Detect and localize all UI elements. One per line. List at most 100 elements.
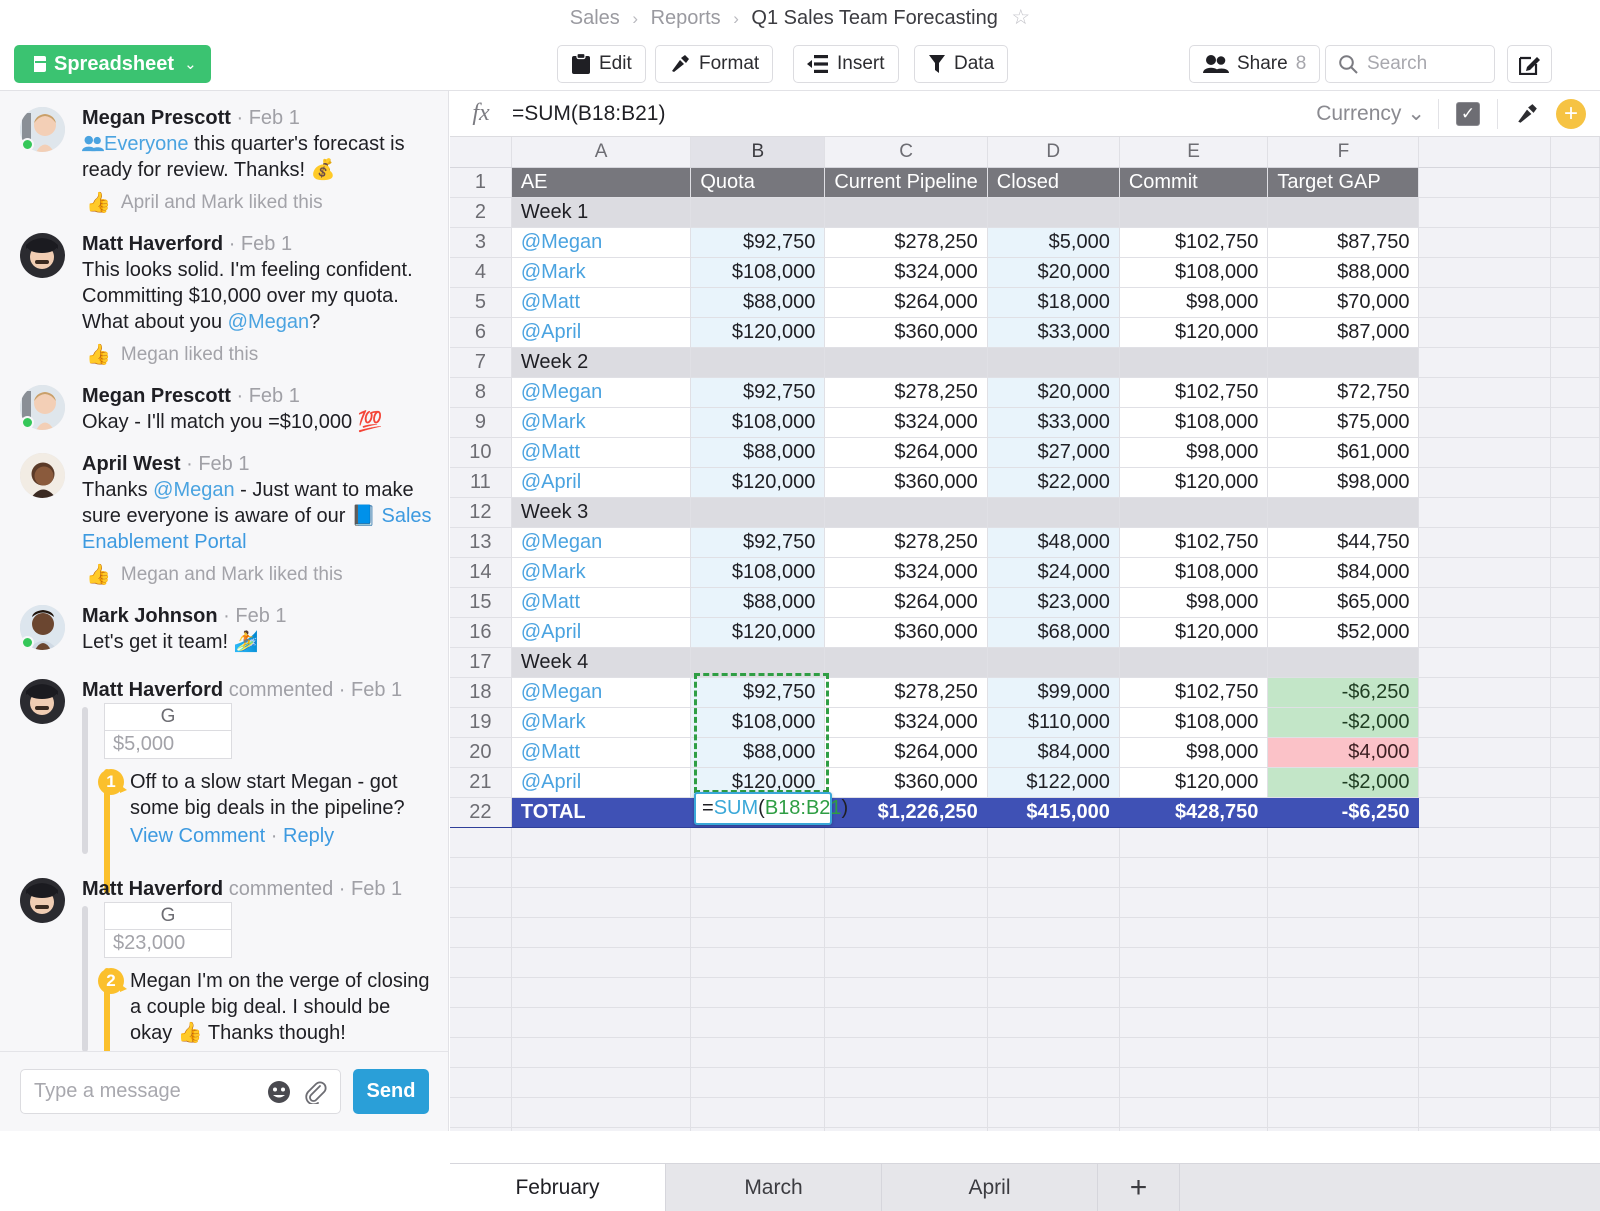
column-title-cell[interactable]: Target GAP: [1268, 167, 1419, 197]
cell[interactable]: [825, 857, 987, 887]
row-header[interactable]: 6: [450, 317, 511, 347]
cell[interactable]: [1550, 1097, 1599, 1127]
value-cell[interactable]: $98,000: [1119, 587, 1268, 617]
cell[interactable]: [691, 977, 825, 1007]
column-title-cell[interactable]: Quota: [691, 167, 825, 197]
avatar[interactable]: [20, 605, 65, 650]
cell[interactable]: [1419, 677, 1550, 707]
value-cell[interactable]: -$2,000: [1268, 707, 1419, 737]
search-input[interactable]: Search: [1325, 45, 1495, 83]
value-cell[interactable]: $278,250: [825, 377, 987, 407]
cell[interactable]: [691, 1127, 825, 1131]
value-cell[interactable]: $65,000: [1268, 587, 1419, 617]
cell[interactable]: [1550, 677, 1599, 707]
row-header[interactable]: 9: [450, 407, 511, 437]
select-all-corner[interactable]: [450, 137, 511, 167]
value-cell[interactable]: $87,000: [1268, 317, 1419, 347]
value-cell[interactable]: $72,750: [1268, 377, 1419, 407]
value-cell[interactable]: $360,000: [825, 617, 987, 647]
cell[interactable]: [825, 1067, 987, 1097]
value-cell[interactable]: $33,000: [987, 317, 1119, 347]
avatar[interactable]: [20, 385, 65, 430]
cell[interactable]: [1550, 1007, 1599, 1037]
cell[interactable]: [987, 887, 1119, 917]
value-cell[interactable]: $98,000: [1119, 287, 1268, 317]
week-group-cell[interactable]: Week 2: [511, 347, 691, 377]
cell[interactable]: [1419, 347, 1550, 377]
cell[interactable]: [1550, 737, 1599, 767]
value-cell[interactable]: $5,000: [987, 227, 1119, 257]
cell[interactable]: [691, 1037, 825, 1067]
sheet-tab-march[interactable]: March: [666, 1164, 882, 1211]
cell[interactable]: [1119, 917, 1268, 947]
cell[interactable]: [1550, 527, 1599, 557]
cell[interactable]: [987, 1097, 1119, 1127]
value-cell[interactable]: $120,000: [1119, 467, 1268, 497]
cell[interactable]: [987, 1067, 1119, 1097]
cell[interactable]: [691, 917, 825, 947]
cell[interactable]: [1419, 707, 1550, 737]
value-cell[interactable]: $120,000: [691, 467, 825, 497]
cell[interactable]: [987, 857, 1119, 887]
cell[interactable]: [511, 1037, 691, 1067]
cell[interactable]: [1419, 1097, 1550, 1127]
week-group-cell[interactable]: [691, 347, 825, 377]
value-cell[interactable]: $360,000: [825, 317, 987, 347]
row-header[interactable]: 8: [450, 377, 511, 407]
cell[interactable]: [1268, 977, 1419, 1007]
week-group-cell[interactable]: [825, 197, 987, 227]
row-header[interactable]: 11: [450, 467, 511, 497]
row-header[interactable]: 14: [450, 557, 511, 587]
cell[interactable]: [691, 887, 825, 917]
value-cell[interactable]: $88,000: [691, 437, 825, 467]
row-header[interactable]: [450, 1037, 511, 1067]
cell[interactable]: [1419, 227, 1550, 257]
cell[interactable]: [987, 1007, 1119, 1037]
row-header[interactable]: 5: [450, 287, 511, 317]
cell[interactable]: [825, 1127, 987, 1131]
cell[interactable]: [1419, 857, 1550, 887]
value-cell[interactable]: $264,000: [825, 737, 987, 767]
cell[interactable]: [1419, 767, 1550, 797]
value-cell[interactable]: $108,000: [691, 707, 825, 737]
row-header[interactable]: 20: [450, 737, 511, 767]
ae-name-cell[interactable]: @April: [511, 767, 691, 797]
breadcrumb-sales[interactable]: Sales: [570, 7, 620, 29]
value-cell[interactable]: $108,000: [1119, 257, 1268, 287]
edit-button[interactable]: Edit: [557, 45, 646, 83]
row-header[interactable]: [450, 1097, 511, 1127]
cell[interactable]: [987, 827, 1119, 857]
value-cell[interactable]: $88,000: [1268, 257, 1419, 287]
ae-name-cell[interactable]: @Megan: [511, 677, 691, 707]
value-cell[interactable]: $108,000: [691, 257, 825, 287]
cell[interactable]: [1550, 917, 1599, 947]
column-header-a[interactable]: A: [511, 137, 691, 167]
cell[interactable]: [1550, 587, 1599, 617]
value-cell[interactable]: $98,000: [1268, 467, 1419, 497]
spreadsheet-grid[interactable]: A B C D E F 1AEQuotaCurrent PipelineClos…: [450, 137, 1600, 1131]
ae-name-cell[interactable]: @Mark: [511, 407, 691, 437]
value-cell[interactable]: $108,000: [1119, 557, 1268, 587]
cell[interactable]: [1119, 947, 1268, 977]
value-cell[interactable]: $27,000: [987, 437, 1119, 467]
cell[interactable]: [1550, 227, 1599, 257]
cell[interactable]: [1268, 827, 1419, 857]
cell[interactable]: [1419, 587, 1550, 617]
chat-sidebar[interactable]: Megan Prescott · Feb 1 Everyone this qua…: [0, 91, 449, 1131]
cell[interactable]: [1550, 197, 1599, 227]
row-header[interactable]: 19: [450, 707, 511, 737]
cell[interactable]: [1550, 947, 1599, 977]
cell[interactable]: [825, 947, 987, 977]
mention-everyone[interactable]: Everyone: [104, 133, 189, 155]
cell[interactable]: [1550, 767, 1599, 797]
week-group-cell[interactable]: [1268, 197, 1419, 227]
cell[interactable]: [1119, 857, 1268, 887]
row-header[interactable]: [450, 917, 511, 947]
value-cell[interactable]: $70,000: [1268, 287, 1419, 317]
mention-megan[interactable]: @Megan: [228, 311, 309, 333]
total-cell[interactable]: $428,750: [1119, 797, 1268, 827]
value-cell[interactable]: $122,000: [987, 767, 1119, 797]
cell[interactable]: [511, 827, 691, 857]
value-cell[interactable]: $84,000: [987, 737, 1119, 767]
value-cell[interactable]: $88,000: [691, 587, 825, 617]
